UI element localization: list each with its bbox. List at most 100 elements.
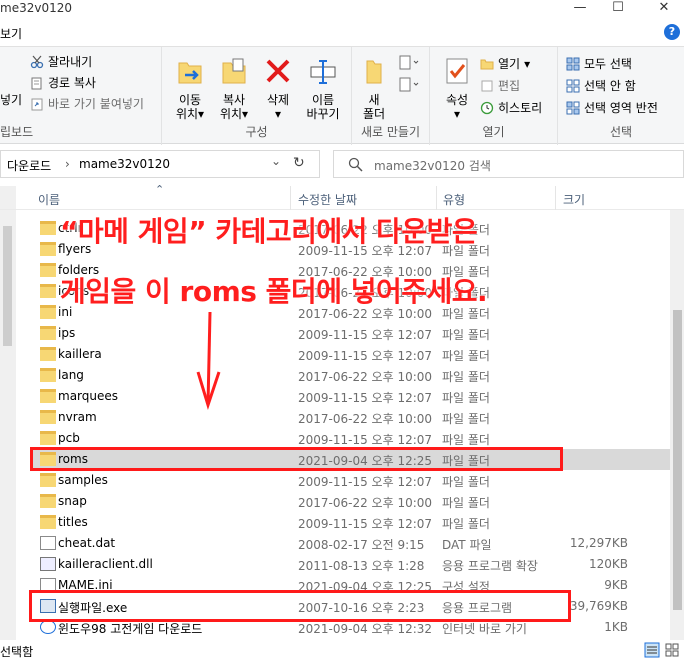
cut-button[interactable]: 잘라내기 [30, 53, 92, 70]
annotation-text-line-2: 게임을 이 roms 폴더에 넣어주세요. [60, 275, 488, 308]
clipboard-group-label: 립보드 [0, 125, 34, 139]
move-dropdown-icon: ▾ [198, 107, 205, 121]
search-input[interactable]: mame32v0120 검색 [333, 150, 684, 178]
rename-button[interactable]: 이름 바꾸기 [300, 55, 346, 121]
file-row[interactable]: pcb 2009-11-15 오후 12:07 파일 폴더 [30, 428, 670, 449]
search-icon [348, 157, 363, 172]
column-type[interactable]: 유형 [443, 191, 465, 208]
file-size: 39,769KB [569, 599, 628, 613]
column-separator[interactable] [436, 186, 437, 210]
column-separator[interactable] [290, 186, 291, 210]
annotation-box-exe [29, 590, 571, 622]
new-folder-button[interactable]: 새 폴더 [356, 55, 392, 121]
paste-button[interactable]: 넣기 [0, 91, 22, 108]
breadcrumb-mame32v0120[interactable]: mame32v0120 [79, 157, 170, 171]
open-button[interactable]: 열기 ▾ [480, 55, 530, 72]
ribbon-group-open: 속성 ▾ 열기 ▾ 편집 히스토리 열기 [430, 47, 558, 145]
properties-button[interactable]: 속성 ▾ [438, 55, 476, 121]
file-list-scroll-thumb[interactable] [673, 310, 682, 610]
minimize-button[interactable]: — [560, 0, 600, 18]
column-size[interactable]: 크기 [563, 191, 585, 208]
delete-x-icon [266, 59, 290, 83]
file-row[interactable]: nvram 2017-06-22 오후 10:00 파일 폴더 [30, 407, 670, 428]
file-row[interactable]: kailleraclient.dll 2011-08-13 오후 1:28 응용 프… [30, 554, 670, 575]
select-all-button[interactable]: 모두 선택 [566, 55, 632, 72]
file-row[interactable]: marquees 2009-11-15 오후 12:07 파일 폴더 [30, 386, 670, 407]
new-group-label: 새로 만들기 [360, 125, 420, 139]
close-button[interactable]: ✕ [644, 0, 684, 18]
file-name: kailleraclient.dll [58, 557, 153, 571]
maximize-button[interactable]: ☐ [598, 0, 638, 18]
open-folder-icon [480, 59, 494, 69]
copy-path-button[interactable]: 경로 복사 [30, 74, 96, 91]
folder-icon [40, 305, 56, 319]
file-date: 2017-06-22 오후 10:00 [298, 412, 433, 426]
delete-dropdown-icon: ▾ [274, 107, 282, 121]
navigation-pane-scroll-thumb[interactable] [3, 226, 12, 346]
file-type: 파일 폴더 [442, 391, 490, 405]
folder-icon [40, 410, 56, 424]
details-view-icon[interactable] [644, 642, 660, 658]
refresh-icon[interactable]: ↻ [293, 155, 305, 171]
history-button[interactable]: 히스토리 [480, 99, 542, 116]
file-size: 12,297KB [569, 536, 628, 550]
file-row[interactable]: ips 2009-11-15 오후 12:07 파일 폴더 [30, 323, 670, 344]
tab-view[interactable]: 보기 [0, 25, 22, 42]
annotation-box-roms [30, 447, 563, 471]
address-bar[interactable]: 다운로드 › mame32v0120 ⌄ [0, 150, 320, 178]
copy-label-2: 위치 [219, 107, 243, 121]
move-to-button[interactable]: 이동 위치▾ [170, 55, 210, 121]
column-name[interactable]: 이름 [38, 191, 60, 208]
column-separator[interactable] [555, 186, 556, 210]
file-name: nvram [58, 410, 97, 424]
move-folder-icon [178, 62, 202, 84]
new-item-icon[interactable] [398, 55, 420, 71]
file-row[interactable]: cheat.dat 2008-02-17 오전 9:15 DAT 파일 12,297K… [30, 533, 670, 554]
file-list-scrollbar[interactable] [670, 210, 684, 640]
address-dropdown-icon[interactable]: ⌄ [271, 154, 281, 168]
copy-path-icon [31, 77, 42, 89]
file-row[interactable]: lang 2017-06-22 오후 10:00 파일 폴더 [30, 365, 670, 386]
file-date: 2017-06-22 오후 10:00 [298, 496, 433, 510]
copy-label-1: 복사 [222, 93, 246, 107]
breadcrumb-separator[interactable]: › [65, 157, 70, 171]
copy-path-label: 경로 복사 [48, 76, 96, 90]
navigation-pane-scrollbar[interactable] [0, 186, 16, 640]
status-bar: 선택함 [0, 640, 684, 660]
paste-shortcut-label: 바로 가기 붙여넣기 [48, 97, 144, 111]
properties-label: 속성 [445, 93, 469, 107]
sort-arrow-icon: ⌃ [155, 183, 165, 196]
edit-icon [481, 80, 493, 91]
file-name: titles [58, 515, 88, 529]
ribbon-group-clipboard: 넣기 잘라내기 경로 복사 바로 가기 붙여넣기 립보드 [0, 47, 162, 145]
file-type: 파일 폴더 [442, 517, 490, 531]
copy-to-button[interactable]: 복사 위치▾ [214, 55, 254, 121]
new-folder-label-2: 폴더 [362, 107, 386, 121]
ribbon-group-new: 새 폴더 새로 만들기 [352, 47, 430, 145]
paste-shortcut-button[interactable]: 바로 가기 붙여넣기 [30, 95, 144, 112]
file-date: 2017-06-22 오후 10:00 [298, 370, 433, 384]
folder-icon [40, 389, 56, 403]
help-icon[interactable]: ? [664, 24, 680, 40]
edit-button[interactable]: 편집 [480, 77, 520, 94]
breadcrumb-downloads[interactable]: 다운로드 [7, 157, 51, 174]
large-icons-view-icon[interactable] [664, 642, 680, 658]
file-name: snap [58, 494, 87, 508]
file-name: pcb [58, 431, 80, 445]
file-type: 파일 폴더 [442, 349, 490, 363]
ribbon: 넣기 잘라내기 경로 복사 바로 가기 붙여넣기 립보드 이동 위치▾ 복사 위… [0, 46, 684, 145]
column-date[interactable]: 수정한 날짜 [298, 191, 357, 208]
new-folder-icon [366, 60, 382, 84]
file-row[interactable]: snap 2017-06-22 오후 10:00 파일 폴더 [30, 491, 670, 512]
easy-access-icon[interactable] [398, 77, 420, 93]
file-row[interactable]: samples 2009-11-15 오후 12:07 파일 폴더 [30, 470, 670, 491]
folder-icon [40, 431, 56, 445]
delete-button[interactable]: 삭제 ▾ [260, 55, 296, 121]
file-type: 파일 폴더 [442, 496, 490, 510]
file-row[interactable]: kaillera 2009-11-15 오후 12:07 파일 폴더 [30, 344, 670, 365]
select-none-icon [566, 79, 580, 92]
move-label-2: 위치 [175, 107, 199, 121]
invert-selection-button[interactable]: 선택 영역 반전 [566, 99, 658, 116]
file-row[interactable]: titles 2009-11-15 오후 12:07 파일 폴더 [30, 512, 670, 533]
select-none-button[interactable]: 선택 안 함 [566, 77, 636, 94]
